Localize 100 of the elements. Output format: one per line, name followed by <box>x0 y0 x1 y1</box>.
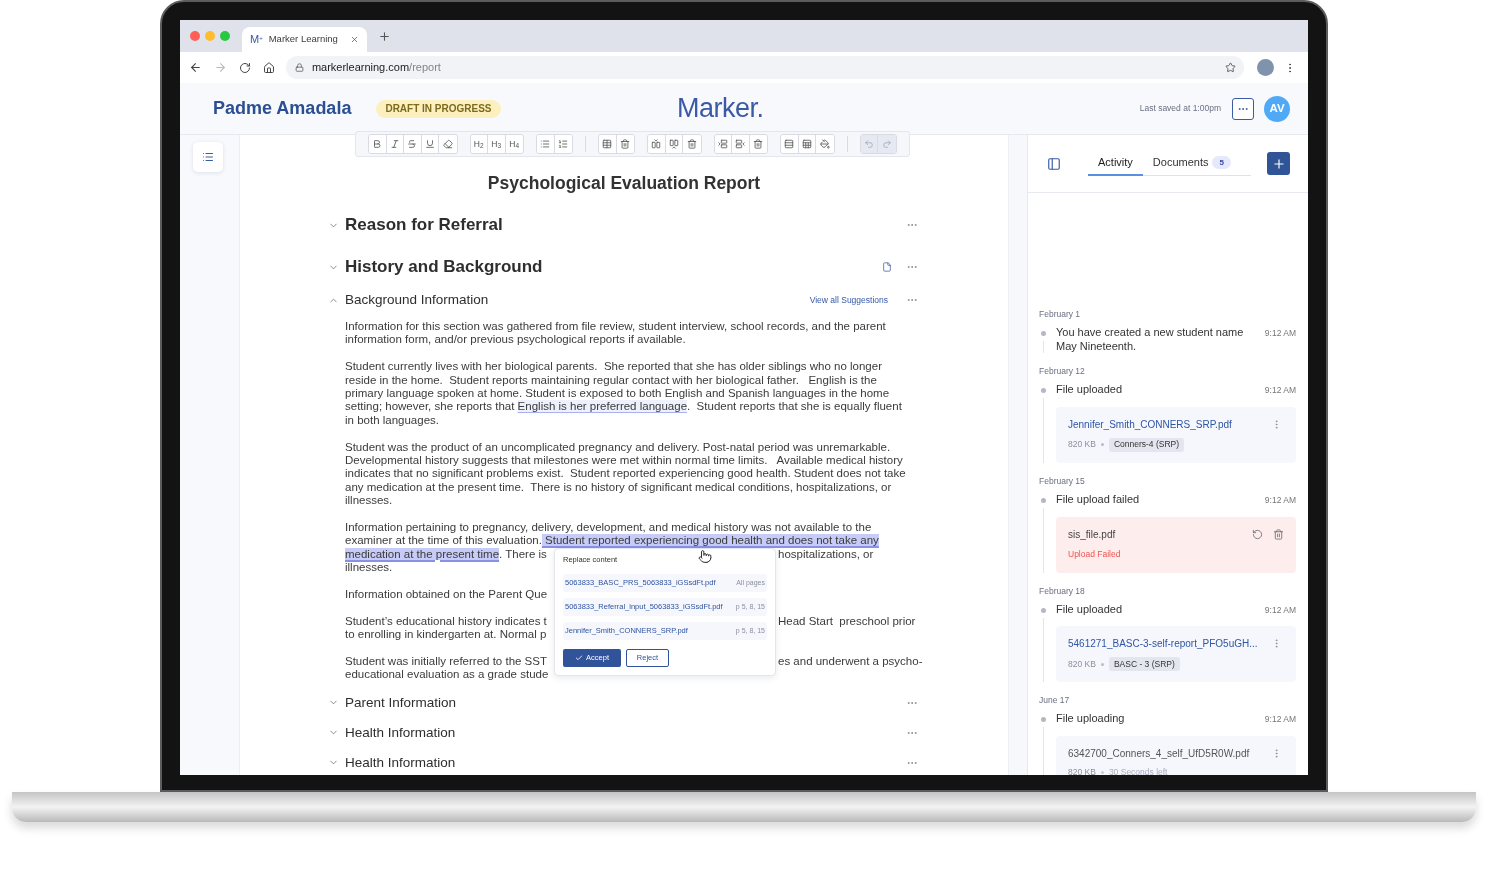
insert-row-button[interactable] <box>714 135 732 153</box>
activity-text: File upload failed <box>1056 492 1141 507</box>
redo-icon <box>881 139 892 149</box>
sidebar-toggle-icon[interactable] <box>1047 156 1061 171</box>
browser-tab[interactable]: M$^{+}$ Marker Learning <box>242 27 367 52</box>
new-tab-icon[interactable] <box>378 29 391 43</box>
table-rows-button[interactable] <box>781 135 799 153</box>
date-label: February 12 <box>1039 366 1085 376</box>
reload-icon[interactable] <box>238 61 251 74</box>
bold-icon <box>372 139 383 149</box>
section-heading: Parent Information <box>345 693 457 712</box>
section-heading: Background Information <box>345 290 489 309</box>
favicon-logo: M$^{+}$ <box>250 34 263 45</box>
file-size: 820 KB <box>1068 657 1096 671</box>
panel-tab[interactable]: Documents 5 <box>1142 151 1241 176</box>
activity-text: You have created a new student name May Nineteenth. <box>1056 326 1245 353</box>
upload-progress-text: 30 Seconds left <box>1108 765 1168 775</box>
file-name: 6342700_Conners_4_self_UfD5R0W.pdf <box>1068 747 1250 761</box>
activity-time: 9:12 AM <box>1264 713 1296 726</box>
file-size: 820 KB <box>1068 438 1096 452</box>
paragraph-text: es and underwent a psycho- <box>778 654 923 669</box>
check-icon <box>575 654 584 662</box>
file-tag: Conners-4 (SRP) <box>1108 437 1185 452</box>
paragraph-text: Student’s educational history indicates t <box>345 614 547 629</box>
star-icon[interactable] <box>1225 62 1237 73</box>
view-suggestions-link[interactable]: View all Suggestions <box>809 293 888 307</box>
column-right-icon <box>668 139 679 149</box>
table-icon <box>602 139 613 149</box>
paragraph-text: Information pertaining to pregnancy, delivery, development, and medical history was not available to the <box>345 521 872 535</box>
bullet-list-icon <box>540 139 551 149</box>
trash-icon[interactable] <box>1273 528 1284 540</box>
activity-text: File uploading <box>1056 712 1126 726</box>
lock-icon <box>294 63 304 72</box>
activity-time: 9:12 AM <box>1264 603 1296 617</box>
file-link[interactable]: 5461271_BASC-3-self-report_PFO5uGH... <box>1068 636 1258 652</box>
section-heading: Health Information <box>345 723 456 742</box>
paragraph: Student currently lives with her biological parents. She reported that she has older siblings who no longer reside in the home. Student reports maintaining regular contact with her biological father. English is the primary language spoken at home. Student is exposed to both English and Spanish languages in the home setting; however, she reports that English is her preferred language. Student reports that she is equally fluent in both languages. <box>345 360 902 428</box>
numbered-list-icon <box>558 139 569 149</box>
eraser-icon <box>442 139 453 149</box>
file-name: sis_file.pdf <box>1068 527 1116 542</box>
status-badge: DRAFT IN PROGRESS <box>376 99 501 118</box>
italic-icon <box>389 139 400 149</box>
paragraph-text: medication at the present time. There is <box>345 547 547 562</box>
column-left-icon <box>651 139 662 149</box>
date-label: February 1 <box>1039 309 1081 319</box>
row-above-icon <box>717 139 728 149</box>
add-button[interactable] <box>1267 152 1290 175</box>
plus-icon <box>1271 156 1286 171</box>
trash-icon <box>686 139 697 149</box>
insert-column-button[interactable] <box>648 135 666 153</box>
undo-icon <box>863 139 874 149</box>
row-below-icon <box>735 139 746 149</box>
last-saved-text: Last saved at 1:00pm <box>1139 102 1221 115</box>
outline-button[interactable] <box>193 142 223 172</box>
fill-color-button[interactable] <box>816 135 834 153</box>
address-field[interactable]: markerlearning.com/report <box>285 56 1245 79</box>
document-title: Psychological Evaluation Report <box>487 173 761 193</box>
paragraph: Information for this section was gathered from file review, student interview, school records, and the parent information form, and/or previous psychological reports if available. <box>345 320 886 347</box>
activity-time: 9:12 AM <box>1264 327 1296 340</box>
activity-time: 9:12 AM <box>1264 384 1296 397</box>
date-label: June 17 <box>1039 695 1070 706</box>
section-heading: Reason for Referral <box>345 214 503 237</box>
close-icon[interactable] <box>350 35 359 44</box>
more-options-button[interactable] <box>1232 97 1254 120</box>
delete-button[interactable] <box>683 135 701 153</box>
paragraph-text: illnesses. <box>345 561 393 575</box>
file-tag: BASC - 3 (SRP) <box>1108 657 1180 672</box>
maximize-window-icon[interactable] <box>220 31 230 41</box>
home-icon[interactable] <box>262 61 275 74</box>
file-link[interactable]: Jennifer_Smith_CONNERS_SRP.pdf <box>1068 416 1232 432</box>
eraser-button[interactable] <box>439 135 457 153</box>
close-window-icon[interactable] <box>190 31 200 41</box>
paragraph-text: educational evaluation as a grade stude <box>345 668 549 682</box>
retry-icon[interactable] <box>1252 528 1263 540</box>
error-message: Upload Failed <box>1068 548 1121 561</box>
app-logo: Marker. <box>677 95 764 122</box>
student-name: Padme Amadala <box>213 97 352 120</box>
underline-icon <box>424 139 435 149</box>
bullet-list-button[interactable] <box>537 135 555 153</box>
paint-bucket-icon <box>819 139 830 149</box>
table-rows-icon <box>784 139 795 149</box>
paragraph-text: Student was initially referred to the SST <box>345 654 547 669</box>
date-label: February 18 <box>1039 585 1085 596</box>
table-button[interactable] <box>599 135 617 153</box>
document-icon[interactable] <box>882 262 892 272</box>
list-icon <box>202 151 214 163</box>
date-label: February 15 <box>1039 475 1085 486</box>
back-icon[interactable] <box>189 61 202 74</box>
activity-text: File uploaded <box>1056 602 1124 616</box>
paragraph-text: to enrolling in kindergarten at. Normal p <box>345 628 547 642</box>
section-heading: Health Information <box>345 753 456 772</box>
panel-tab[interactable]: Activity <box>1088 151 1143 176</box>
strikethrough-button[interactable] <box>404 135 422 153</box>
table-icon <box>801 139 812 149</box>
bold-button[interactable] <box>369 135 387 153</box>
strikethrough-icon <box>407 139 418 149</box>
profile-avatar[interactable] <box>1257 59 1274 76</box>
file-size: 820 KB <box>1068 765 1096 775</box>
insert-row-button[interactable] <box>732 135 750 153</box>
trash-icon <box>620 139 631 149</box>
